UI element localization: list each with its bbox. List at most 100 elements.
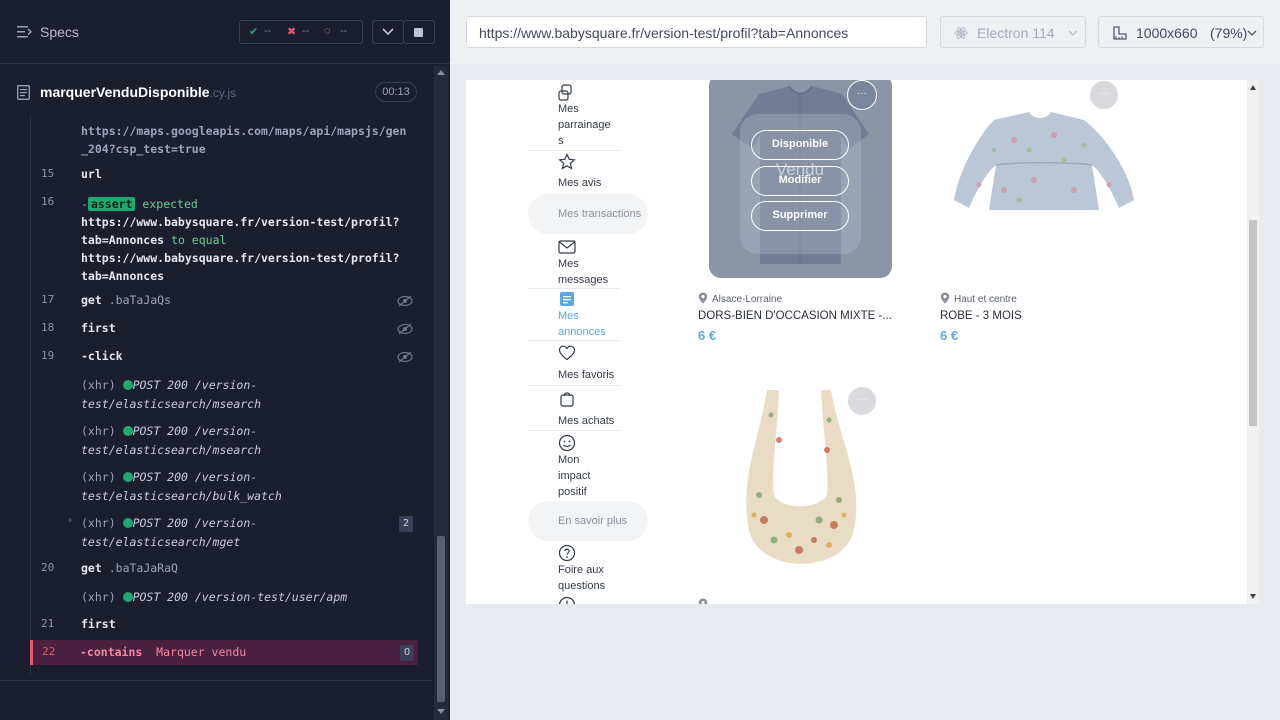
viewport-selector[interactable]: 1000x660 (79%) [1098, 16, 1264, 48]
auto-scroll-button[interactable] [372, 20, 404, 44]
xhr-tag: (xhr) [81, 424, 116, 438]
cmd-name: first [81, 321, 116, 335]
menu-purchases[interactable]: Mes achats [558, 413, 614, 429]
expected-word: expected [142, 197, 198, 211]
scroll-up-icon[interactable] [437, 70, 445, 75]
cmd-name: get .baTaJaRaQ [81, 561, 178, 575]
browser-selector[interactable]: Electron 114 [940, 16, 1086, 48]
xhr-bulk-watch[interactable]: (xhr) POST 200 /version- test/elasticsea… [31, 468, 419, 506]
edit-button[interactable]: Modifier [751, 166, 849, 196]
cmd-number: 17 [41, 293, 55, 306]
specs-bar: Specs ✔ -- ✖ -- ◌ -- [0, 0, 450, 64]
menu-messages[interactable]: Mes messages [558, 256, 608, 288]
listings-icon [560, 292, 574, 306]
xhr-count-badge: 2 [399, 516, 413, 532]
specs-list-icon[interactable] [17, 25, 32, 39]
browser-name: Electron 114 [977, 25, 1055, 41]
menu-label-line: Mes [558, 258, 579, 270]
command-19[interactable]: 19 -click [31, 349, 419, 367]
listing-2-more-button[interactable]: ··· [1089, 80, 1119, 110]
expand-chevron-icon[interactable]: › [67, 515, 73, 526]
pass-check-icon: ✔ [249, 26, 259, 38]
xhr-apm[interactable]: (xhr) POST 200 /version-test/user/apm [31, 588, 419, 606]
stop-icon [414, 28, 423, 37]
listing-2-title[interactable]: ROBE - 3 MOIS [940, 310, 1022, 322]
ruler-icon [1113, 26, 1127, 40]
menu-listings-active[interactable]: Mes annonces [558, 308, 606, 340]
command-17[interactable]: 17 get .baTaJaQs [31, 293, 419, 311]
command-22-failed[interactable]: 22 -contains Marquer vendu 0 [30, 640, 418, 665]
cmd-selector: .baTaJaRaQ [108, 561, 178, 575]
pending-count: -- [340, 25, 348, 37]
command-21[interactable]: 21 first [31, 617, 419, 635]
command-16-assert[interactable]: 16 - assert expected https://www.babysqua… [31, 195, 419, 283]
chevron-down-icon [1247, 30, 1257, 36]
eye-slash-icon[interactable] [397, 351, 413, 363]
menu-favorites[interactable]: Mes favoris [558, 367, 614, 383]
listing-1-more-button[interactable]: ··· [847, 80, 877, 110]
xhr-tag: (xhr) [81, 590, 116, 604]
location-pin-icon [698, 292, 708, 304]
cmd-name: get .baTaJaQs [81, 293, 171, 307]
cmd-14-url-line2: _204?csp_test=true [81, 142, 206, 156]
xhr-msearch-1[interactable]: (xhr) POST 200 /version- test/elasticsea… [31, 376, 419, 414]
menu-faq[interactable]: Foire aux questions [558, 562, 605, 594]
scroll-down-icon[interactable] [1250, 594, 1256, 599]
reporter-scrollbar[interactable] [434, 66, 448, 720]
specs-label[interactable]: Specs [40, 24, 79, 40]
mark-available-button[interactable]: Disponible [751, 130, 849, 160]
xhr-msearch-2[interactable]: (xhr) POST 200 /version- test/elasticsea… [31, 422, 419, 460]
status-dot-icon [122, 426, 133, 436]
eye-slash-icon[interactable] [397, 295, 413, 307]
command-18[interactable]: 18 first [31, 321, 419, 339]
xhr-path: test/elasticsearch/bulk_watch [81, 489, 282, 503]
viewport-zoom: (79%) [1210, 25, 1248, 41]
url-bar[interactable]: https://www.babysquare.fr/version-test/p… [466, 16, 927, 48]
menu-label-line: Mes [558, 310, 579, 322]
menu-positive-impact[interactable]: Mon impact positif [558, 452, 590, 500]
xhr-path: test/elasticsearch/msearch [81, 443, 262, 457]
xhr-mget[interactable]: › (xhr) POST 200 /version- test/elastics… [31, 514, 419, 552]
spec-file-header[interactable]: marquerVenduDisponible.cy.js 00:13 [0, 75, 432, 111]
stop-button[interactable] [403, 20, 435, 44]
failed-count: -- [302, 25, 310, 37]
spec-ext: .cy.js [209, 86, 237, 100]
xhr-tag: (xhr) [81, 470, 116, 484]
command-20[interactable]: 20 get .baTaJaRaQ [31, 561, 419, 579]
menu-divider [528, 288, 620, 289]
app-scrollbar[interactable] [1247, 80, 1259, 604]
scroll-up-icon[interactable] [1250, 85, 1256, 90]
pending-spinner-icon: ◌ [324, 25, 331, 37]
xhr-method: POST 200 /version-test/user/apm [132, 590, 348, 604]
menu-sponsorships[interactable]: Mes parrainage s [558, 101, 611, 149]
eye-slash-icon[interactable] [397, 323, 413, 335]
cypress-reporter: Specs ✔ -- ✖ -- ◌ -- marquerVenduDisponi… [0, 0, 450, 720]
app-scroll-thumb[interactable] [1249, 220, 1257, 426]
delete-button[interactable]: Supprimer [751, 201, 849, 231]
scroll-down-icon[interactable] [437, 709, 445, 714]
menu-label-line: questions [558, 580, 606, 592]
command-15[interactable]: 15 url [31, 167, 419, 185]
chevron-down-icon [1068, 30, 1078, 36]
listing-1-title[interactable]: DORS-BIEN D'OCCASION MIXTE -... [698, 310, 892, 322]
reporter-scroll-thumb[interactable] [437, 536, 445, 702]
menu-label-line: parrainage [558, 119, 611, 131]
viewport-size: 1000x660 [1136, 25, 1198, 41]
assert-badge: assert [87, 197, 136, 211]
cmd-14-url-line1: https://maps.googleapis.com/maps/api/map… [81, 124, 407, 138]
menu-label-line: Mes avis [558, 177, 602, 189]
xhr-method: POST 200 /version- [132, 424, 258, 438]
smile-icon [558, 434, 576, 452]
heart-icon [558, 345, 576, 361]
cmd-number: 15 [41, 167, 55, 180]
listing-2-card[interactable] [934, 90, 1144, 278]
menu-reviews[interactable]: Mes avis [558, 175, 601, 191]
listing-3-more-button[interactable]: ··· [847, 386, 877, 416]
xhr-tag: (xhr) [81, 378, 116, 392]
cmd-name: first [81, 617, 116, 631]
spec-file-name: marquerVenduDisponible.cy.js [40, 84, 236, 100]
cmd-name-text: get [81, 293, 102, 307]
menu-divider [528, 150, 620, 151]
menu-label-line: s [558, 135, 564, 147]
status-dot-icon [122, 518, 133, 528]
